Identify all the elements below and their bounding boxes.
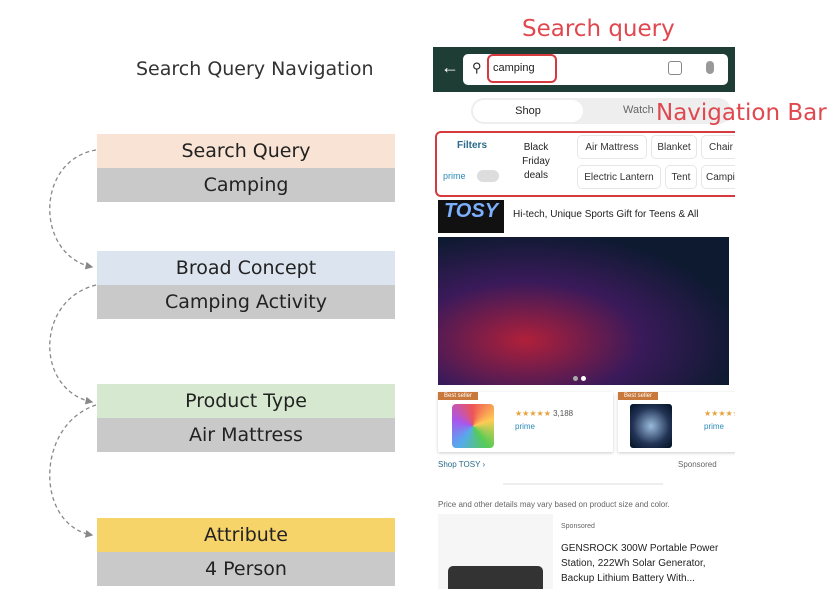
divider [503, 483, 663, 485]
page-title: Search Query Navigation [136, 58, 374, 80]
tab-watch[interactable]: Watch [623, 104, 654, 116]
phone-screenshot: ← ⚲ camping Shop Watch Filters prime Bla… [433, 47, 735, 589]
level-label-broad-concept: Broad Concept [97, 251, 395, 285]
tab-shop[interactable]: Shop [473, 100, 583, 122]
hierarchy-arrows [49, 149, 97, 538]
level-value-attribute: 4 Person [97, 552, 395, 586]
product-card[interactable]: Best seller ★★★★★ 3,188 prime [438, 392, 613, 452]
search-header: ← ⚲ camping [433, 47, 735, 92]
search-query-annotation: Search query [522, 16, 675, 42]
sponsored-label[interactable]: Sponsored [678, 460, 717, 469]
prime-label: prime [515, 422, 536, 431]
hero-image[interactable] [438, 237, 729, 385]
back-arrow-icon[interactable]: ← [441, 57, 459, 78]
chip-air-mattress[interactable]: Air Mattress [577, 135, 647, 159]
level-value-search-query: Camping [97, 168, 395, 202]
camera-icon[interactable] [668, 61, 682, 75]
shop-tosy-link[interactable]: Shop TOSY › [438, 460, 485, 469]
prime-toggle[interactable] [477, 170, 499, 182]
price-disclaimer: Price and other details may vary based o… [438, 500, 670, 509]
prime-label: prime [704, 422, 725, 431]
product-thumbnail [452, 404, 494, 448]
chip-chair[interactable]: Chair [701, 135, 735, 159]
chip-blanket[interactable]: Blanket [651, 135, 697, 159]
star-rating: ★★★★★ [704, 409, 735, 418]
navigation-bar-annotation: Navigation Bar [656, 100, 827, 126]
level-label-search-query: Search Query [97, 134, 395, 168]
product-card[interactable]: Best seller ★★★★★ prime [618, 392, 735, 452]
level-label-attribute: Attribute [97, 518, 395, 552]
search-input[interactable]: ⚲ camping [463, 54, 728, 85]
product-thumbnail [630, 404, 672, 448]
best-seller-badge: Best seller [618, 392, 659, 400]
black-friday-deals[interactable]: Black Friday deals [513, 141, 559, 183]
level-value-product-type: Air Mattress [97, 418, 395, 452]
product-title[interactable]: GENSROCK 300W Portable Power Station, 22… [561, 541, 726, 586]
product-image[interactable] [438, 514, 553, 589]
filters-button[interactable]: Filters [457, 140, 487, 151]
level-value-broad-concept: Camping Activity [97, 285, 395, 319]
navigation-bar: Filters prime Black Friday deals Air Mat… [435, 131, 735, 197]
prime-label: prime [443, 171, 466, 181]
chip-camping[interactable]: Campi [701, 165, 735, 189]
tosy-logo[interactable]: TOSY [438, 200, 504, 233]
star-rating: ★★★★★ 3,188 [515, 409, 574, 418]
product-sponsored-label: Sponsored [561, 523, 595, 530]
search-value: camping [493, 62, 535, 74]
microphone-icon[interactable] [706, 61, 714, 74]
best-seller-badge: Best seller [438, 392, 479, 400]
chip-electric-lantern[interactable]: Electric Lantern [577, 165, 661, 189]
brand-tagline[interactable]: Hi-tech, Unique Sports Gift for Teens & … [513, 209, 698, 220]
chip-tent[interactable]: Tent [665, 165, 697, 189]
level-label-product-type: Product Type [97, 384, 395, 418]
search-icon: ⚲ [472, 60, 482, 75]
